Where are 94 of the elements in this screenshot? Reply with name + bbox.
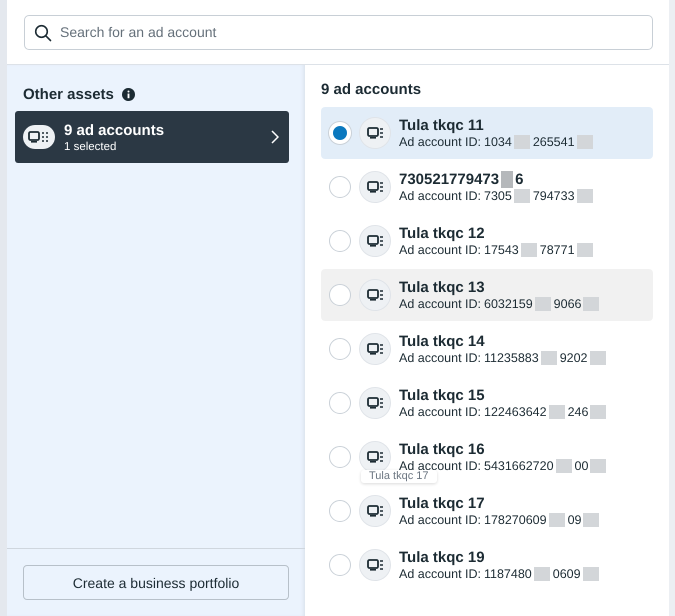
- account-id: 6032159: [484, 297, 533, 311]
- account-id: 246: [568, 405, 588, 419]
- account-name: 730521779473: [399, 171, 500, 188]
- asset-title: 9 ad accounts: [64, 122, 166, 138]
- blur-mask: [548, 405, 565, 419]
- account-id: 0609: [552, 567, 581, 581]
- ad-account-icon: [23, 125, 55, 149]
- account-name: Tula tkqc 19: [399, 549, 485, 566]
- radio-button[interactable]: [329, 284, 351, 306]
- account-row[interactable]: Tula tkqc 11 Ad account ID: 1034 265541: [321, 107, 653, 159]
- account-id: 00: [574, 459, 588, 473]
- blur-mask: [576, 243, 593, 257]
- ad-account-icon: [359, 225, 391, 257]
- account-id: 09: [568, 513, 582, 527]
- account-id: 1034: [484, 135, 512, 149]
- ad-account-icon: [359, 387, 391, 419]
- account-row[interactable]: Tula tkqc 12 Ad account ID: 17543 78771: [321, 215, 653, 267]
- radio-button[interactable]: [329, 176, 351, 198]
- blur-mask: [556, 459, 572, 473]
- asset-subtitle: 1 selected: [64, 140, 118, 152]
- blur-mask: [582, 567, 599, 581]
- radio-button[interactable]: [329, 230, 351, 252]
- account-name: Tula tkqc 12: [399, 225, 485, 242]
- blur-mask: [583, 513, 600, 527]
- asset-item[interactable]: 9 ad accounts 1 selected: [15, 111, 289, 163]
- ad-account-icon: [359, 171, 391, 203]
- account-row[interactable]: Tula tkqc 13 Ad account ID: 6032159 9066: [321, 269, 653, 321]
- search-icon: [34, 24, 52, 42]
- list-heading: 9 ad accounts: [321, 81, 422, 98]
- account-row[interactable]: Tula tkqc 14 Ad account ID: 11235883 9202: [321, 323, 653, 375]
- account-id-label: Ad account ID:: [399, 567, 481, 581]
- account-row[interactable]: Tula tkqc 19 Ad account ID: 1187480 0609: [321, 539, 653, 591]
- blur-mask: [576, 135, 593, 149]
- drag-preview: Tula tkqc 17: [361, 470, 437, 483]
- radio-button[interactable]: [329, 554, 351, 576]
- account-id-label: Ad account ID:: [399, 189, 481, 203]
- ad-account-icon: [359, 549, 391, 581]
- account-id: 17543: [484, 243, 519, 257]
- account-id: 9202: [560, 351, 588, 365]
- account-id: 265541: [532, 135, 575, 149]
- ad-account-icon: [359, 495, 391, 527]
- account-id-label: Ad account ID:: [399, 297, 481, 311]
- blur-mask: [514, 189, 530, 203]
- account-name: Tula tkqc 11: [399, 117, 484, 134]
- section-heading: Other assets: [23, 86, 114, 103]
- blur-mask: [534, 297, 551, 311]
- blur-mask: [520, 243, 537, 257]
- ad-account-icon: [359, 441, 391, 473]
- account-name: Tula tkqc 15: [399, 387, 485, 404]
- account-name: Tula tkqc 13: [399, 279, 485, 296]
- account-name: 6: [515, 171, 524, 188]
- account-id: 178270609: [484, 513, 547, 527]
- account-id: 5431662720: [484, 459, 554, 473]
- account-row[interactable]: Tula tkqc 15 Ad account ID: 122463642 246: [321, 377, 653, 429]
- account-id-label: Ad account ID:: [399, 513, 481, 527]
- account-id: 7305: [484, 189, 512, 203]
- search-field[interactable]: Search for an ad account: [24, 14, 653, 50]
- account-row[interactable]: 730521779473 6 Ad account ID: 7305 794733: [321, 161, 653, 213]
- account-row[interactable]: Tula tkqc 16 Ad account ID: 5431662720 00 Tula tkqc 17: [321, 431, 653, 483]
- radio-button[interactable]: [329, 338, 351, 360]
- account-row[interactable]: Tula tkqc 17 Ad account ID: 178270609 09: [321, 485, 653, 537]
- account-id-label: Ad account ID:: [399, 351, 481, 365]
- account-id: 11235883: [484, 351, 539, 365]
- blur-mask: [590, 405, 606, 419]
- radio-button[interactable]: [329, 500, 351, 522]
- blur-mask: [534, 567, 550, 581]
- account-id: 122463642: [484, 405, 547, 419]
- account-id: 1187480: [484, 567, 532, 581]
- blur-mask: [514, 135, 530, 149]
- ad-account-icon: [359, 279, 391, 311]
- blur-mask: [540, 351, 557, 365]
- account-id: 794733: [532, 189, 575, 203]
- radio-button[interactable]: [329, 446, 351, 468]
- account-id-label: Ad account ID:: [399, 459, 481, 473]
- account-id: 9066: [554, 297, 582, 311]
- create-portfolio-button[interactable]: Create a business portfolio: [23, 565, 289, 600]
- ad-account-icon: [359, 117, 391, 149]
- account-id-label: Ad account ID:: [399, 243, 481, 257]
- blur-mask: [501, 171, 514, 188]
- account-id-label: Ad account ID:: [399, 135, 481, 149]
- account-name: Tula tkqc 17: [399, 495, 485, 512]
- blur-mask: [583, 297, 600, 311]
- account-name: Tula tkqc 16: [399, 441, 485, 458]
- info-icon: [122, 88, 135, 101]
- radio-button[interactable]: [329, 392, 351, 414]
- account-id: 78771: [540, 243, 575, 257]
- chevron-icon: [271, 130, 279, 144]
- account-name: Tula tkqc 14: [399, 333, 485, 350]
- account-id-label: Ad account ID:: [399, 405, 481, 419]
- ad-account-icon: [359, 333, 391, 365]
- blur-mask: [590, 351, 606, 365]
- blur-mask: [548, 513, 565, 527]
- blur-mask: [590, 459, 606, 473]
- blur-mask: [576, 189, 593, 203]
